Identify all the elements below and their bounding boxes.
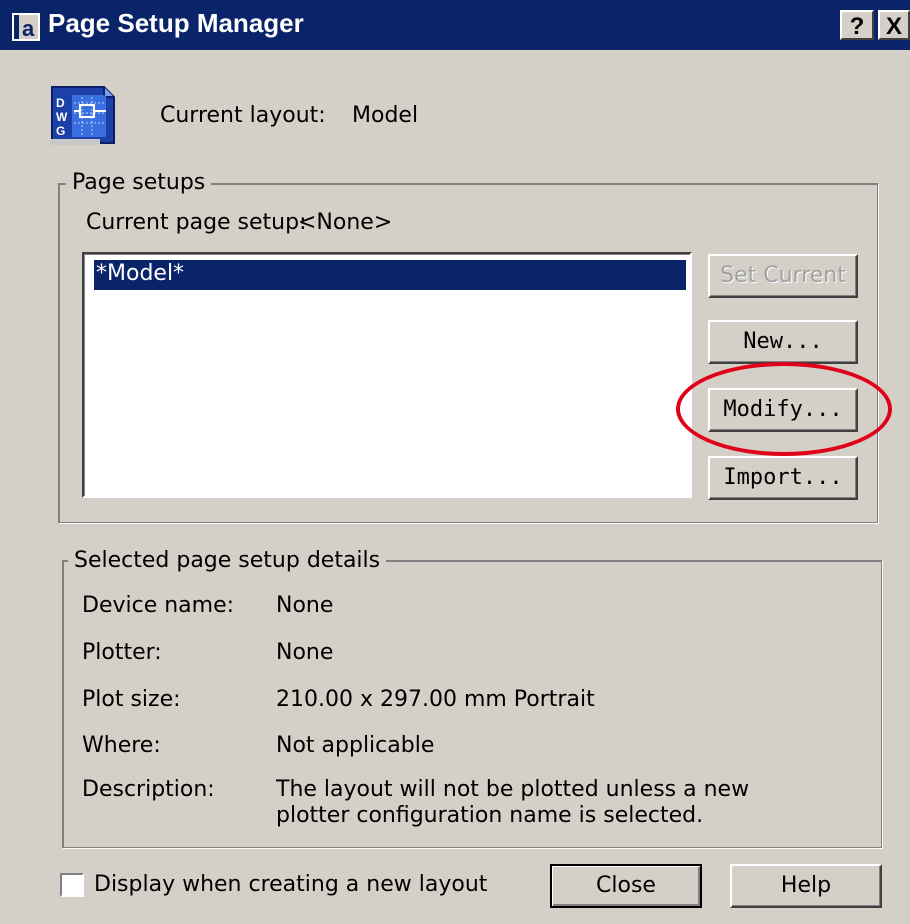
import-button[interactable]: Import... — [708, 456, 858, 500]
set-current-button[interactable]: Set Current — [708, 254, 858, 298]
dwg-file-icon: D W G — [48, 85, 118, 147]
device-name-value: None — [276, 593, 334, 618]
svg-text:G: G — [56, 124, 65, 138]
where-value: Not applicable — [276, 733, 435, 758]
plot-size-label: Plot size: — [82, 687, 181, 712]
svg-text:D: D — [56, 96, 65, 110]
plotter-value: None — [276, 640, 334, 665]
page-setups-legend: Page setups — [66, 170, 212, 195]
description-label: Description: — [82, 777, 215, 802]
device-name-label: Device name: — [82, 593, 235, 618]
list-item[interactable]: *Model* — [94, 260, 686, 290]
details-legend: Selected page setup details — [68, 548, 387, 573]
help-title-button[interactable]: ? — [840, 10, 874, 40]
plotter-label: Plotter: — [82, 640, 162, 665]
page-setups-list[interactable]: *Model* — [82, 252, 692, 498]
title-bar[interactable]: a Page Setup Manager ? X — [0, 0, 910, 50]
display-new-layout-checkbox[interactable] — [60, 873, 84, 897]
help-button[interactable]: Help — [730, 864, 882, 908]
window-title: Page Setup Manager — [48, 8, 304, 38]
close-button[interactable]: Close — [550, 864, 702, 908]
current-page-setup-label: Current page setup: — [86, 210, 307, 235]
new-button[interactable]: New... — [708, 320, 858, 364]
current-page-setup-value: <None> — [298, 210, 393, 235]
svg-text:W: W — [56, 110, 68, 124]
current-layout-label: Current layout: — [160, 103, 326, 128]
display-new-layout-label[interactable]: Display when creating a new layout — [94, 872, 487, 897]
highlight-annotation — [676, 362, 892, 456]
close-title-button[interactable]: X — [878, 10, 910, 40]
page-setup-manager-dialog: a Page Setup Manager ? X D W G Current l… — [0, 0, 910, 924]
plot-size-value: 210.00 x 297.00 mm Portrait — [276, 687, 595, 712]
description-value: The layout will not be plotted unless a … — [276, 777, 750, 828]
where-label: Where: — [82, 733, 161, 758]
current-layout-value: Model — [352, 103, 419, 128]
app-a-icon[interactable]: a — [12, 13, 40, 41]
